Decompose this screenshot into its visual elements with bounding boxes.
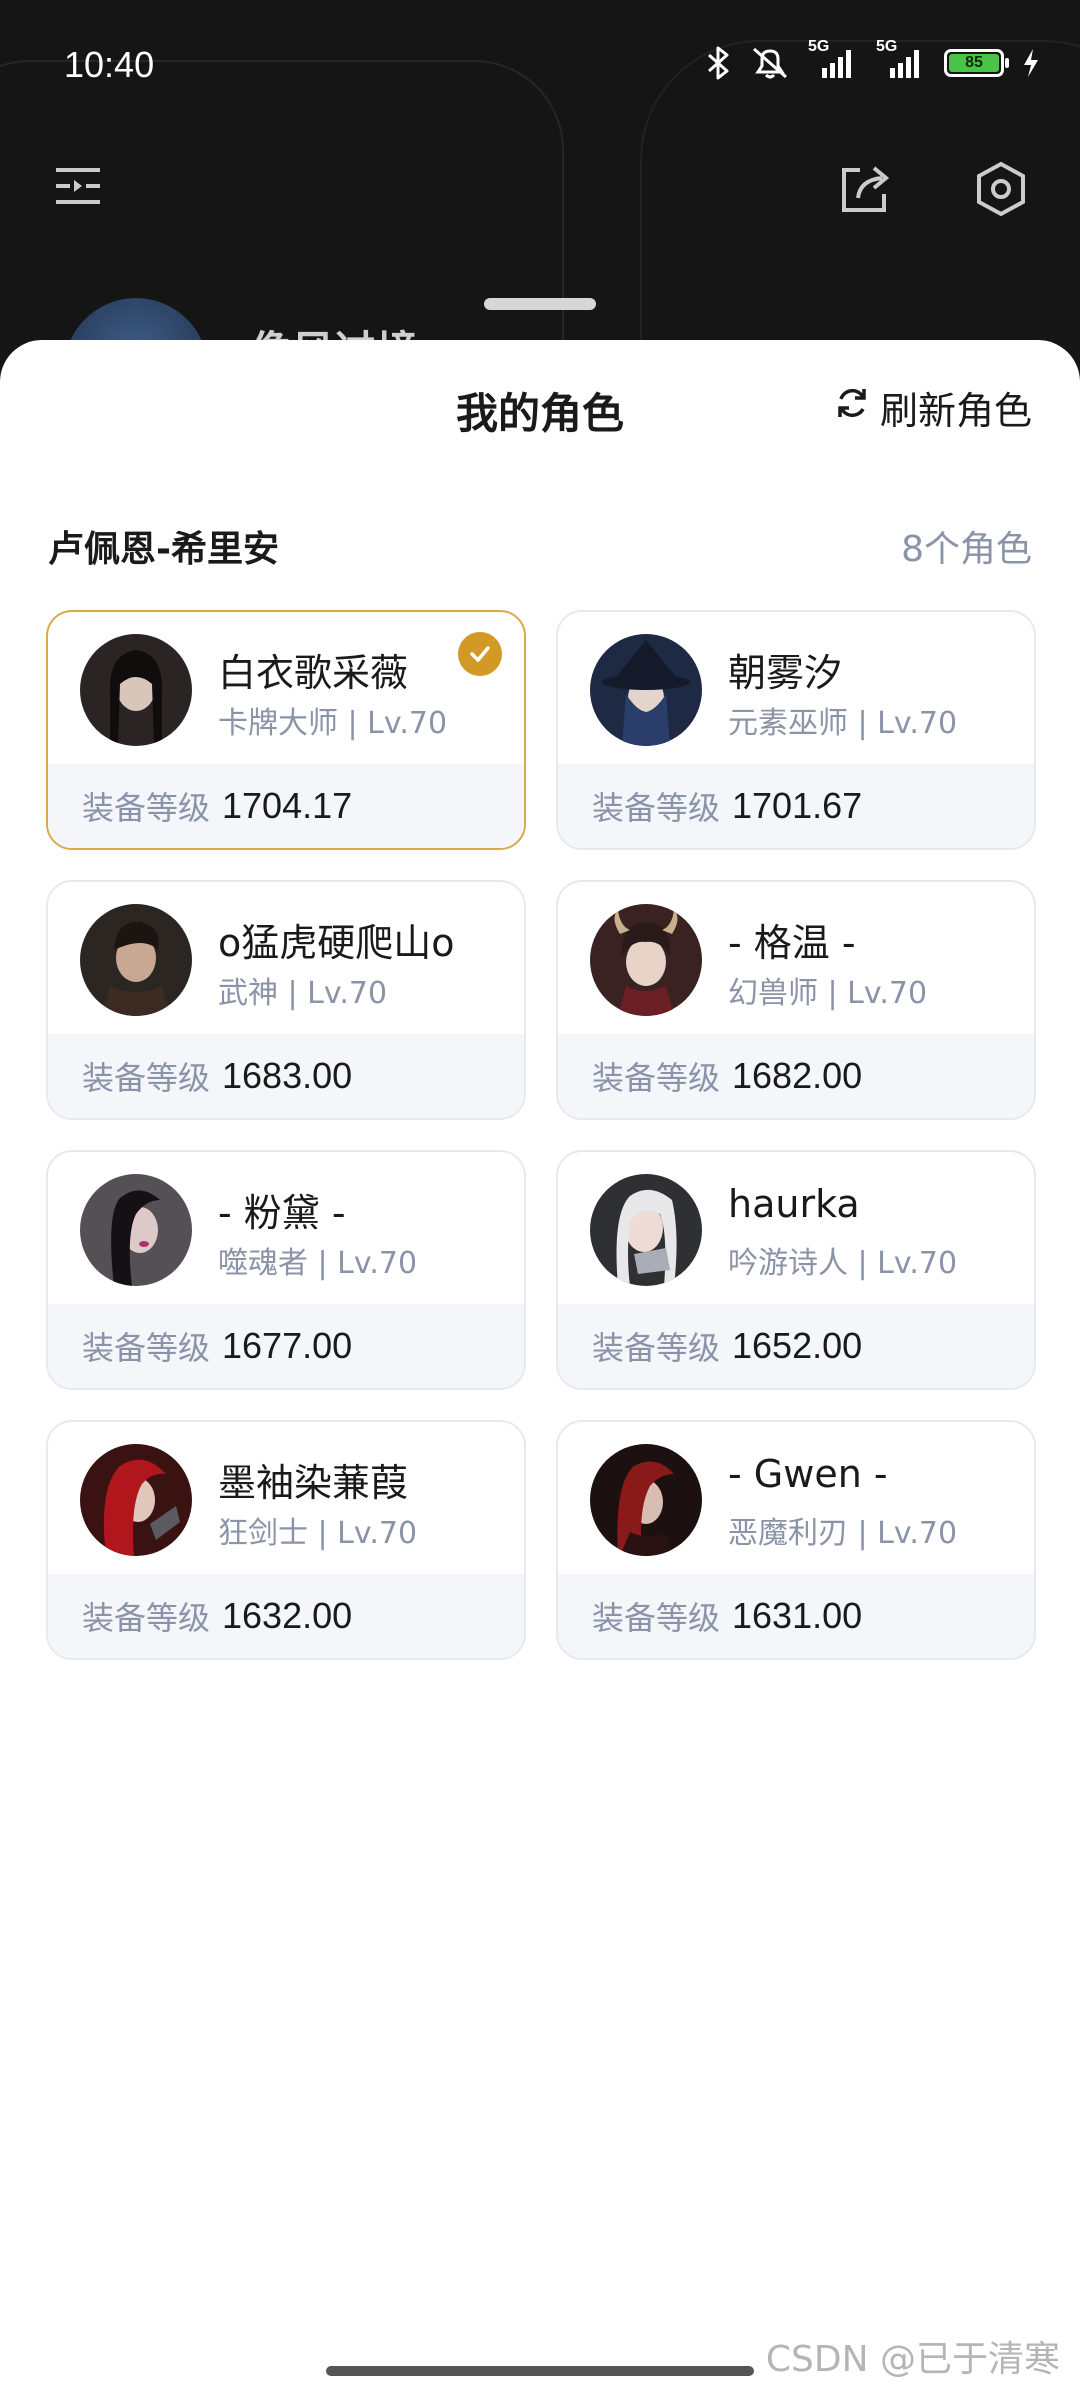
character-avatar [590,1174,702,1286]
gear-level-label: 装备等级 [82,789,211,827]
character-name: 朝雾汐 [728,651,843,695]
gear-level-value: 1683.00 [222,1055,353,1096]
home-indicator[interactable] [326,2366,754,2376]
gear-level-label: 装备等级 [592,1599,721,1637]
server-name: 卢佩恩-希里安 [48,529,279,570]
character-name: o猛虎硬爬山o [218,921,455,965]
gear-level-value: 1652.00 [732,1325,863,1366]
gear-level-value: 1701.67 [732,785,863,826]
status-icons: 5G 5G 85 [706,38,1040,80]
character-card[interactable]: 朝雾汐 元素巫师 | Lv.70 装备等级 1701.67 [556,610,1036,850]
character-class-level: 狂剑士 | Lv.70 [218,1516,418,1551]
gear-level-label: 装备等级 [82,1059,211,1097]
character-avatar [80,634,192,746]
signal-icon: 5G [808,38,858,80]
character-name: - 粉黛 - [218,1191,346,1235]
character-class-level: 噬魂者 | Lv.70 [218,1246,418,1281]
sheet-drag-handle[interactable] [484,298,596,310]
settings-icon[interactable] [972,160,1030,222]
character-name: 白衣歌采薇 [218,651,409,695]
status-time: 10:40 [64,44,155,85]
character-name: haurka [728,1182,860,1226]
character-class-level: 武神 | Lv.70 [218,976,388,1011]
character-class-level: 元素巫师 | Lv.70 [728,706,958,741]
gear-level-value: 1631.00 [732,1595,863,1636]
character-card[interactable]: haurka 吟游诗人 | Lv.70 装备等级 1652.00 [556,1150,1036,1390]
character-avatar [80,904,192,1016]
refresh-icon [834,385,870,430]
gear-level-label: 装备等级 [82,1329,211,1367]
character-grid: 白衣歌采薇 卡牌大师 | Lv.70 装备等级 1704.17 朝雾汐 元素巫师… [46,610,1036,1660]
watermark: CSDN @已于清寒 [765,2339,1060,2380]
refresh-characters-button[interactable]: 刷新角色 [834,380,1032,435]
gear-level-value: 1677.00 [222,1325,353,1366]
character-card[interactable]: 墨袖染蒹葭 狂剑士 | Lv.70 装备等级 1632.00 [46,1420,526,1660]
signal-icon: 5G [876,38,926,80]
character-class-level: 卡牌大师 | Lv.70 [218,706,448,741]
battery-icon: 85 [944,49,1009,77]
character-name: - Gwen - [728,1452,888,1496]
mute-icon [750,46,790,80]
gear-level-label: 装备等级 [82,1599,211,1637]
character-card[interactable]: - Gwen - 恶魔利刃 | Lv.70 装备等级 1631.00 [556,1420,1036,1660]
character-name: - 格温 - [728,921,856,965]
menu-icon[interactable] [52,160,104,216]
character-class-level: 吟游诗人 | Lv.70 [728,1246,958,1281]
character-avatar [590,904,702,1016]
character-avatar [80,1444,192,1556]
refresh-label: 刷新角色 [879,389,1032,433]
character-name: 墨袖染蒹葭 [218,1461,409,1505]
gear-level-value: 1682.00 [732,1055,863,1096]
character-card[interactable]: o猛虎硬爬山o 武神 | Lv.70 装备等级 1683.00 [46,880,526,1120]
character-avatar [80,1174,192,1286]
battery-level: 85 [949,54,999,72]
screen: 10:40 5G 5G 85 我的角色 刷新角色 卢佩恩-希里安 8个角色 白衣… [0,0,1080,2400]
characters-sheet: 我的角色 刷新角色 卢佩恩-希里安 8个角色 白衣歌采薇 卡牌大师 | Lv.7… [0,340,1080,2400]
character-card[interactable]: - 格温 - 幻兽师 | Lv.70 装备等级 1682.00 [556,880,1036,1120]
character-class-level: 恶魔利刃 | Lv.70 [728,1516,958,1551]
gear-level-label: 装备等级 [592,789,721,827]
share-icon[interactable] [838,160,894,220]
character-count: 8个角色 [901,529,1032,570]
character-card[interactable]: 白衣歌采薇 卡牌大师 | Lv.70 装备等级 1704.17 [46,610,526,850]
gear-level-label: 装备等级 [592,1059,721,1097]
character-avatar [590,1444,702,1556]
charging-icon [1022,48,1040,78]
character-avatar [590,634,702,746]
gear-level-value: 1632.00 [222,1595,353,1636]
status-bar: 10:40 5G 5G 85 [0,0,1080,140]
gear-level-value: 1704.17 [222,785,353,826]
bluetooth-icon [706,46,732,80]
selected-check-icon [458,632,502,676]
character-card[interactable]: - 粉黛 - 噬魂者 | Lv.70 装备等级 1677.00 [46,1150,526,1390]
gear-level-label: 装备等级 [592,1329,721,1367]
character-class-level: 幻兽师 | Lv.70 [728,976,928,1011]
